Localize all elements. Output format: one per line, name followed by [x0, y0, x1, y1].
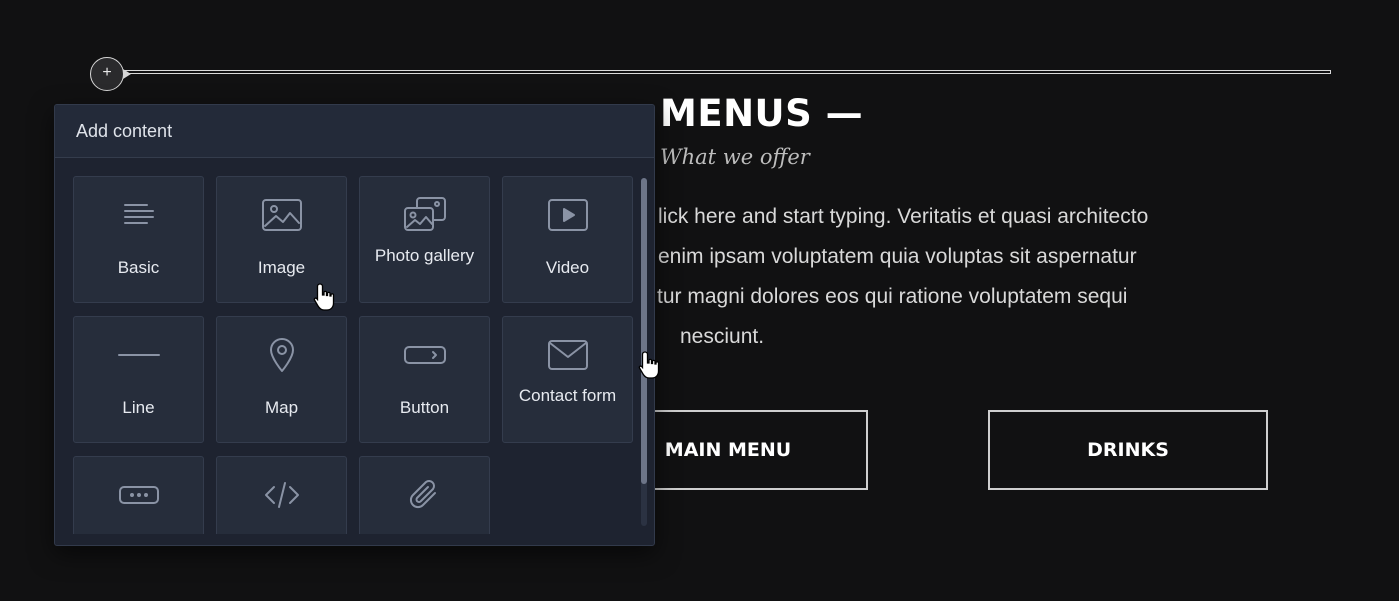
tile-line[interactable]: Line: [73, 316, 204, 443]
hand-cursor-icon: [638, 351, 660, 379]
map-pin-icon: [217, 335, 346, 375]
button-icon: [360, 335, 489, 375]
tile-label: Basic: [117, 258, 160, 277]
body-text-line-2[interactable]: enim ipsam voluptatem quia voluptas sit …: [658, 245, 1137, 269]
tile-basic[interactable]: Basic: [73, 176, 204, 303]
page-subtitle[interactable]: What we offer: [660, 145, 810, 169]
tile-label: Map: [264, 398, 299, 417]
add-section-button[interactable]: +: [90, 57, 131, 91]
tile-map[interactable]: Map: [216, 316, 347, 443]
paperclip-icon: [360, 475, 489, 515]
tile-photo-gallery[interactable]: Photo gallery: [359, 176, 490, 303]
tile-label: Contact form: [518, 386, 617, 405]
image-icon: [217, 195, 346, 235]
tile-label: Image: [257, 258, 306, 277]
panel-title: Add content: [55, 105, 654, 158]
video-icon: [503, 195, 632, 235]
tile-label: Photo gallery: [374, 246, 475, 265]
line-icon: [74, 335, 203, 375]
tile-contact-form[interactable]: Contact form: [502, 316, 633, 443]
plus-icon: +: [102, 64, 112, 81]
envelope-icon: [503, 335, 632, 375]
body-text-line-4[interactable]: nesciunt.: [680, 325, 764, 349]
panel-scrollbar-thumb[interactable]: [641, 178, 647, 484]
tile-input-field[interactable]: [73, 456, 204, 534]
editor-canvas: + MENUS — What we offer lick here and st…: [0, 0, 1399, 601]
tile-attachment[interactable]: [359, 456, 490, 534]
code-icon: [217, 475, 346, 515]
body-text-line-3[interactable]: tur magni dolores eos qui ratione volupt…: [657, 285, 1127, 309]
body-text-line-1[interactable]: lick here and start typing. Veritatis et…: [658, 205, 1148, 229]
tile-label: Button: [399, 398, 450, 417]
tile-code[interactable]: [216, 456, 347, 534]
text-lines-icon: [74, 195, 203, 235]
drinks-button[interactable]: DRINKS: [988, 410, 1268, 490]
add-content-panel: Add content Basic Image Photo gallery Vi…: [54, 104, 655, 546]
tile-label: Line: [122, 398, 155, 417]
content-tile-grid: Basic Image Photo gallery Video Line Map…: [73, 176, 635, 534]
photo-gallery-icon: [360, 195, 489, 235]
tile-video[interactable]: Video: [502, 176, 633, 303]
page-heading[interactable]: MENUS —: [660, 92, 863, 135]
tile-button[interactable]: Button: [359, 316, 490, 443]
input-field-icon: [74, 475, 203, 515]
hand-cursor-icon: [313, 283, 335, 311]
tile-label: Video: [545, 258, 590, 277]
section-divider-line: [118, 70, 1331, 74]
